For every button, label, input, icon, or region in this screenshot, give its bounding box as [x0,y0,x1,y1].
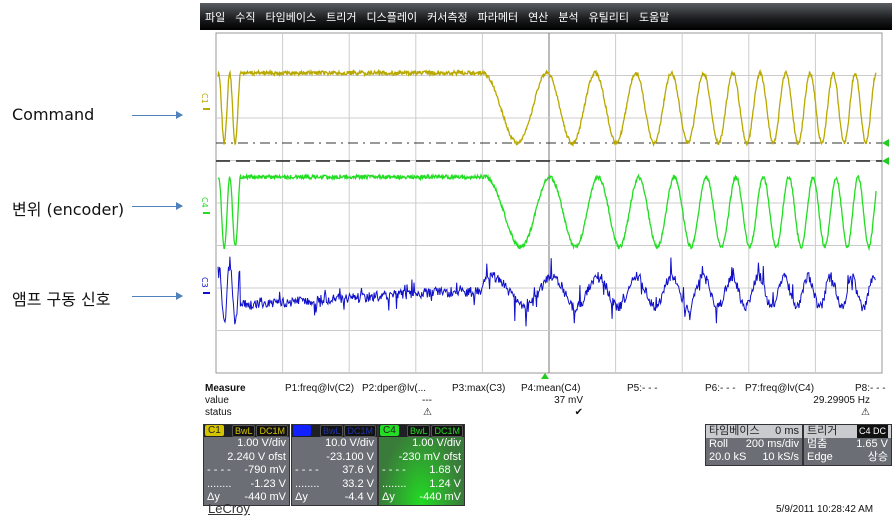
measure-name[interactable]: P3:max(C3) [452,383,505,394]
waveform-display[interactable]: C1 C4 C3 [200,30,892,380]
measure-name[interactable]: P1:freq@lv(C2) [285,383,354,394]
status-label: status [205,407,232,418]
arrow-icon [132,292,183,300]
coupling: DC1M [344,425,376,437]
delta-y-label: Δy [382,491,395,503]
channel-box[interactable]: C4 BwL DC1M 1.00 V/div -230 mV ofst - - - … [378,424,465,506]
timestamp: 5/9/2011 10:28:42 AM [776,504,874,515]
offset: 2.240 V ofst [227,450,286,463]
cursor1-value: 1.68 V [429,464,461,476]
menu-item[interactable]: 디스플레이 [361,9,422,25]
channel-tag: C1 [205,425,224,436]
trigger-position-icon [541,373,549,379]
offset: -230 mV ofst [398,450,461,463]
channel-marker: C1 [200,93,209,104]
coupling: DC1M [256,425,288,437]
trigger-coupling: DC [873,426,886,436]
timebase-samples: 20.0 kS [709,451,747,463]
measure-value: 37 mV [554,395,583,406]
measure-table: Measure P1:freq@lv(C2) P2:dper@lv(... P3:ma… [205,383,892,419]
delta-y-value: -440 mV [244,491,286,503]
trigger-source: C4 [858,426,871,436]
volts-per-div: 1.00 V/div [237,437,286,449]
delta-y-value: -4.4 V [344,491,374,503]
menu-item[interactable]: 연산 [523,9,553,25]
cursor1-value: 37.6 V [342,464,374,476]
menu-item[interactable]: 분석 [553,9,583,25]
channel-marker-bar [203,292,210,294]
cursor1-label: - - - - [295,464,319,476]
timebase-mode: Roll [709,438,728,450]
timebase-box[interactable]: 타임베이스 0 ms Roll 200 ms/div 20.0 kS 10 kS/s [705,424,803,466]
trigger-type: Edge [807,451,833,463]
trigger-level-label: 멈춤 [807,438,828,450]
measure-status: ✔ [574,407,583,418]
arrow-icon [132,111,183,119]
cursor2-label: ........ [295,477,320,490]
trigger-box[interactable]: 트리거 C4 DC 멈춤 1.65 V Edge 상승 [803,424,892,466]
delta-y-label: Δy [295,491,308,503]
annotation-encoder: 변위 (encoder) [12,200,125,219]
cursor1-label: - - - - [207,464,231,476]
offset: -23.100 V [326,450,374,463]
timebase-delay: 0 ms [775,425,799,437]
lecroy-logo: LeCroy [208,501,250,516]
menu-item[interactable]: 타임베이스 [261,9,322,25]
bandwidth-limit: BwL [231,425,256,437]
measure-status: ⚠ [861,407,870,418]
measure-value: 29.29905 Hz [813,395,870,406]
measure-name[interactable]: P7:freq@lv(C4) [745,383,814,394]
trigger-title: 트리거 [807,425,838,437]
measure-title: Measure [205,383,246,394]
menu-item[interactable]: 파일 [200,9,230,25]
bandwidth-limit: BwL [319,425,344,437]
menu-item[interactable]: 유틸리티 [584,9,634,25]
measure-name[interactable]: P6:- - - [705,383,736,394]
menu-item[interactable]: 도움말 [634,9,674,25]
channel-box[interactable]: BwL DC1M 10.0 V/div -23.100 V - - - - 37.6… [291,424,378,506]
cursor2-value: -1.23 V [250,477,286,490]
menu-item[interactable]: 파라메터 [473,9,523,25]
timebase-rate: 10 kS/s [762,451,799,463]
measure-name[interactable]: P8:- - - [855,383,886,394]
cursor2-value: 33.2 V [342,477,374,490]
arrow-icon [132,202,183,210]
timebase-title: 타임베이스 [709,425,760,437]
cursor1-label: - - - - [382,464,406,476]
menu-bar: 파일 수직 타임베이스 트리거 디스플레이 커서측정 파라메터 연산 분석 유틸리티 도움말 [200,3,892,30]
measure-name[interactable]: P5:- - - [627,383,658,394]
cursor2-label: ........ [382,477,407,490]
channel-marker-bar [203,212,210,214]
annotation-command: Command [12,105,95,124]
trigger-level-icon [882,139,889,147]
measure-name[interactable]: P2:dper@lv(... [362,383,426,394]
coupling: DC1M [431,425,463,437]
value-label: value [205,395,229,406]
channel-marker-bar [203,108,210,110]
channel-marker: C4 [200,197,209,208]
timebase-tdiv: 200 ms/div [745,438,799,450]
cursor2-label: ........ [207,477,232,490]
channel-tag: C4 [380,425,399,436]
trigger-level: 1.65 V [856,438,888,450]
annotation-amp-signal: 앰프 구동 신호 [12,290,111,309]
cursor2-value: 1.24 V [429,477,461,490]
trigger-slope: 상승 [867,451,888,463]
measure-value: --- [422,395,432,406]
channel-marker: C3 [200,277,209,288]
delta-y-value: -440 mV [419,491,461,503]
bandwidth-limit: BwL [406,425,431,437]
volts-per-div: 1.00 V/div [412,437,461,449]
measure-status: ⚠ [423,407,432,418]
cursor1-value: -790 mV [244,464,286,476]
menu-item[interactable]: 수직 [230,9,260,25]
menu-item[interactable]: 커서측정 [422,9,472,25]
channel-tag [293,425,311,436]
volts-per-div: 10.0 V/div [325,437,374,449]
trigger-level-icon [882,157,889,165]
measure-name[interactable]: P4:mean(C4) [521,383,580,394]
menu-item[interactable]: 트리거 [321,9,361,25]
channel-box[interactable]: C1 BwL DC1M 1.00 V/div 2.240 V ofst - - - … [203,424,290,506]
